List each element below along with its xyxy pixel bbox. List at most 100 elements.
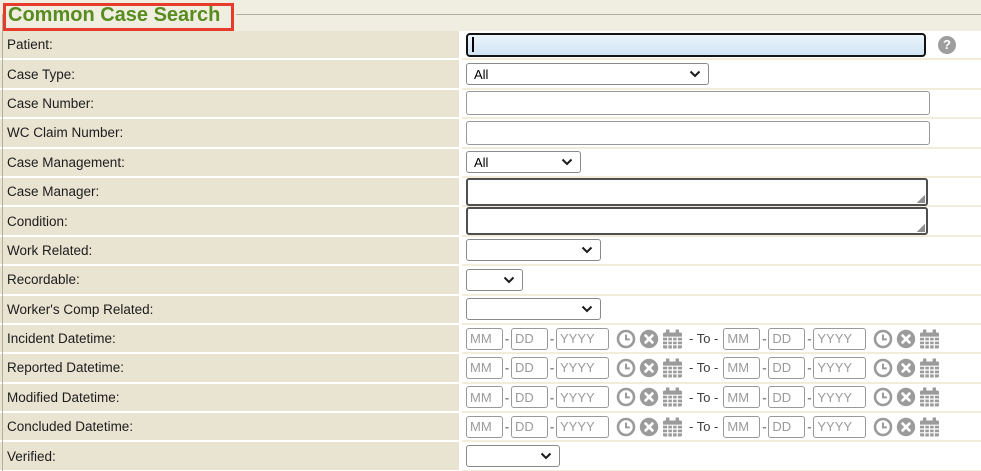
field-label-case-management: Case Management: [0, 149, 462, 178]
workers-comp-related-select[interactable] [466, 298, 601, 320]
case-number-input[interactable] [466, 91, 930, 115]
case-manager-textarea[interactable] [466, 178, 928, 206]
work-related-select[interactable] [466, 239, 601, 261]
date-dash: - [548, 390, 556, 405]
year-input[interactable] [556, 386, 609, 408]
month-input[interactable] [466, 328, 503, 350]
month-input[interactable] [466, 416, 503, 438]
day-input[interactable] [768, 416, 805, 438]
field-label-patient: Patient: [0, 31, 462, 60]
search-form: Patient: ? Case Type: All Case Number: W… [0, 31, 981, 471]
date-dash: - [503, 390, 511, 405]
calendar-icon[interactable] [662, 329, 683, 349]
select-value: All [474, 67, 488, 82]
reported-datetime-row: Reported Datetime: - - - To - - - [0, 354, 981, 383]
help-icon[interactable]: ? [938, 36, 956, 54]
date-dash: - [805, 419, 813, 434]
calendar-icon[interactable] [662, 387, 683, 407]
recordable-row: Recordable: [0, 266, 981, 295]
clear-icon[interactable] [639, 329, 659, 349]
year-input[interactable] [813, 328, 866, 350]
fieldset-left-border [2, 14, 3, 471]
range-to-label: - To - [689, 419, 718, 434]
year-input[interactable] [556, 328, 609, 350]
clock-icon[interactable] [616, 358, 636, 378]
clear-icon[interactable] [896, 387, 916, 407]
clock-icon[interactable] [873, 358, 893, 378]
clear-icon[interactable] [639, 417, 659, 437]
date-dash: - [760, 331, 768, 346]
case-type-select[interactable]: All [466, 63, 709, 85]
resize-grip-icon[interactable] [916, 223, 925, 232]
modified-datetime-row: Modified Datetime: - - - To - - - [0, 384, 981, 413]
text-caret [472, 37, 474, 52]
date-dash: - [760, 360, 768, 375]
recordable-select[interactable] [466, 269, 523, 291]
calendar-icon[interactable] [919, 417, 940, 437]
month-input[interactable] [723, 328, 760, 350]
calendar-icon[interactable] [919, 387, 940, 407]
clear-icon[interactable] [896, 329, 916, 349]
clear-icon[interactable] [639, 358, 659, 378]
field-label-incident-datetime: Incident Datetime: [0, 325, 462, 354]
day-input[interactable] [768, 386, 805, 408]
calendar-icon[interactable] [919, 329, 940, 349]
range-to-label: - To - [689, 390, 718, 405]
month-input[interactable] [723, 386, 760, 408]
day-input[interactable] [768, 328, 805, 350]
resize-grip-icon[interactable] [916, 194, 925, 203]
year-input[interactable] [813, 357, 866, 379]
condition-textarea[interactable] [466, 207, 928, 235]
month-input[interactable] [466, 386, 503, 408]
field-label-reported-datetime: Reported Datetime: [0, 354, 462, 383]
clock-icon[interactable] [616, 329, 636, 349]
month-input[interactable] [723, 357, 760, 379]
year-input[interactable] [556, 416, 609, 438]
field-label-modified-datetime: Modified Datetime: [0, 384, 462, 413]
day-input[interactable] [511, 416, 548, 438]
wc-claim-number-row: WC Claim Number: [0, 119, 981, 148]
field-label-case-type: Case Type: [0, 60, 462, 89]
year-input[interactable] [813, 386, 866, 408]
field-label-recordable: Recordable: [0, 266, 462, 295]
chevron-down-icon [581, 246, 593, 254]
date-dash: - [503, 419, 511, 434]
year-input[interactable] [556, 357, 609, 379]
clock-icon[interactable] [873, 417, 893, 437]
field-label-wc-claim-number: WC Claim Number: [0, 119, 462, 148]
verified-select[interactable] [466, 445, 560, 467]
date-dash: - [503, 360, 511, 375]
calendar-icon[interactable] [919, 358, 940, 378]
wc-claim-number-input[interactable] [466, 121, 930, 145]
clear-icon[interactable] [896, 358, 916, 378]
day-input[interactable] [511, 386, 548, 408]
date-dash: - [805, 390, 813, 405]
field-label-case-manager: Case Manager: [0, 178, 462, 207]
date-dash: - [805, 360, 813, 375]
clock-icon[interactable] [616, 417, 636, 437]
day-input[interactable] [511, 357, 548, 379]
chevron-down-icon [503, 276, 515, 284]
year-input[interactable] [813, 416, 866, 438]
clock-icon[interactable] [873, 387, 893, 407]
clear-icon[interactable] [896, 417, 916, 437]
date-dash: - [805, 331, 813, 346]
clock-icon[interactable] [873, 329, 893, 349]
month-input[interactable] [723, 416, 760, 438]
patient-input[interactable] [466, 33, 926, 57]
patient-row: Patient: ? [0, 31, 981, 60]
calendar-icon[interactable] [662, 358, 683, 378]
clock-icon[interactable] [616, 387, 636, 407]
select-value: All [474, 155, 488, 170]
day-input[interactable] [511, 328, 548, 350]
day-input[interactable] [768, 357, 805, 379]
field-label-concluded-datetime: Concluded Datetime: [0, 413, 462, 442]
field-label-case-number: Case Number: [0, 90, 462, 119]
date-dash: - [760, 419, 768, 434]
month-input[interactable] [466, 357, 503, 379]
clear-icon[interactable] [639, 387, 659, 407]
case-management-select[interactable]: All [466, 151, 581, 173]
common-case-search-panel: Common Case Search Patient: ? Case Type:… [0, 0, 981, 471]
calendar-icon[interactable] [662, 417, 683, 437]
case-type-row: Case Type: All [0, 60, 981, 89]
